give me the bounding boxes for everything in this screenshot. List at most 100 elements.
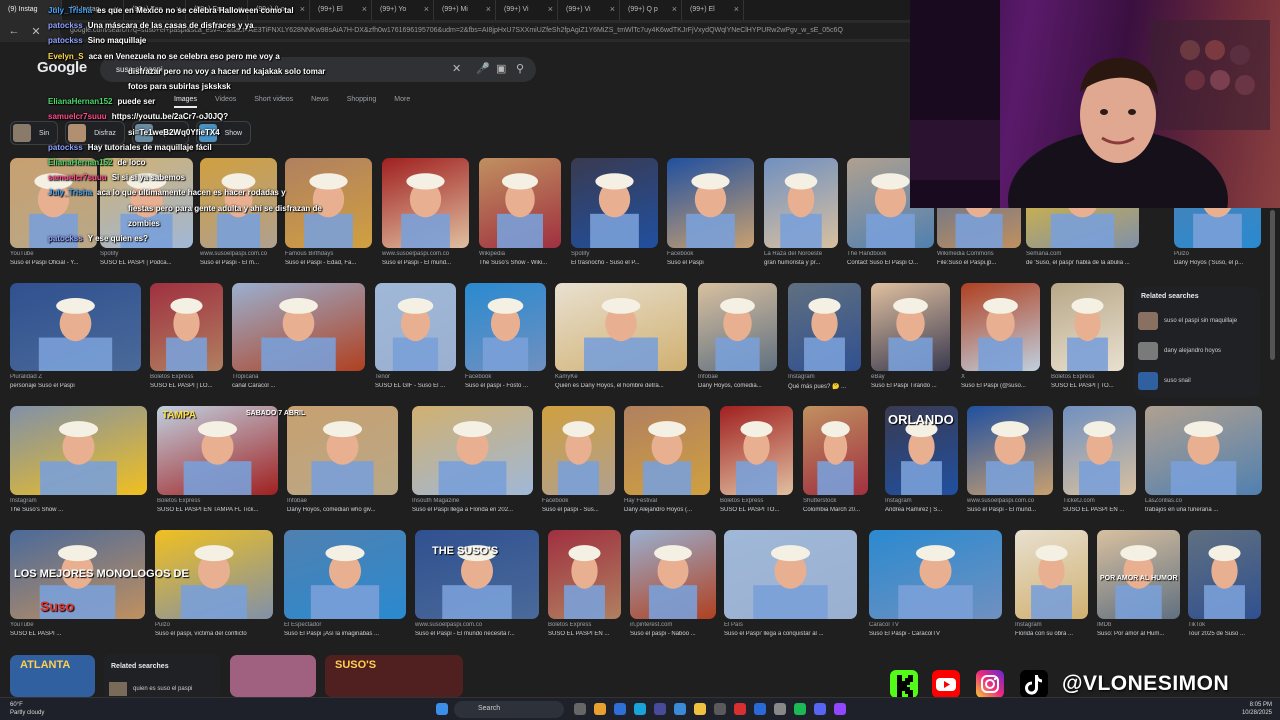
related-search-item[interactable]: suso snail [1138,370,1256,392]
image-result-caption[interactable]: eBay Suso El Paspi Tirando ... [871,374,950,389]
image-result-caption[interactable]: Boletos Express SUSO EL PASPI EN TAMPA FL… [157,498,278,513]
image-result-caption[interactable]: www.susoelpaspi.com.co Suso el Paspi - El… [415,622,539,637]
image-result-thumbnail[interactable] [382,158,469,248]
image-result-caption[interactable]: The Handbook Contact Suso El Paspi O... [847,251,934,266]
image-result-caption[interactable]: El País Suso el Paspi' llega a conquistar… [724,622,857,637]
image-result-thumbnail[interactable] [375,283,456,371]
image-result-thumbnail[interactable] [803,406,868,495]
image-result-caption[interactable]: Famous Birthdays Suso el Paspi - Edad, Fa… [285,251,372,266]
image-result-caption[interactable]: Boletos Express SUSO EL PASPI TO... [720,498,793,513]
image-result-caption[interactable]: TikTok Tour 2025 de Suso ... [1188,622,1261,637]
image-result-caption[interactable]: Insouth Magazine Suso el Paspi llega a Fl… [412,498,533,513]
browser-tab[interactable]: (99+) Vi [496,0,558,20]
image-result-thumbnail[interactable] [720,406,793,495]
related-search-item[interactable]: dany alejandro hoyos [1138,340,1256,362]
clear-icon[interactable]: ✕ [452,62,461,75]
image-result-caption[interactable]: Instagram Qué más pues? 🤔 ... [788,374,861,390]
image-result-thumbnail[interactable] [764,158,838,248]
image-result-thumbnail[interactable] [630,530,716,619]
image-result-caption[interactable]: Pulzo Suso el paspi, víctima del conflict… [155,622,273,637]
image-result-thumbnail[interactable] [479,158,561,248]
image-result-caption[interactable]: El Espectador Suso El Paspi ¡Así la imagi… [284,622,406,637]
image-result-caption[interactable]: Semana.com de 'Suso, el paspi' habla de l… [1026,251,1139,266]
image-result-thumbnail[interactable] [724,530,857,619]
image-result-caption[interactable]: Spotify SUSO EL PASPI | Podca... [100,251,193,266]
app-icon[interactable] [654,703,666,715]
image-result-caption[interactable]: Instagram Florida con su obra ... [1015,622,1088,637]
image-result-caption[interactable]: Infobae Dany Hoyos, comedian who giv... [287,498,398,513]
image-result-caption[interactable]: www.susoelpaspi.com.co Suso el Paspi - El… [200,251,277,266]
browser-tab[interactable]: (99+) Vi [558,0,620,20]
image-result-caption[interactable]: Caracol TV Suso El Paspi - CaracolTV [869,622,1002,637]
image-result-thumbnail[interactable] [1063,406,1136,495]
image-result-thumbnail[interactable] [10,283,141,371]
chrome-icon[interactable] [594,703,606,715]
file-explorer-icon[interactable] [694,703,706,715]
image-result-caption[interactable]: Tropicana canal Caracol ... [232,374,365,389]
image-result-thumbnail[interactable] [542,406,615,495]
image-result-caption[interactable]: IMDb Suso: Por amor al Hum... [1097,622,1180,637]
discord-icon[interactable] [814,703,826,715]
browser-tab[interactable]: (99+) Mi [434,0,496,20]
image-result-thumbnail[interactable] [230,655,316,697]
image-result-thumbnail[interactable]: ATLANTA [10,655,95,697]
image-result-thumbnail[interactable] [415,530,539,619]
image-result-caption[interactable]: Pulzo Dany Hoyos ('Suso, el p... [1174,251,1261,266]
image-result-caption[interactable]: Infobae Dany Hoyos, comedia... [698,374,777,389]
image-result-thumbnail[interactable] [961,283,1040,371]
image-result-thumbnail[interactable] [150,283,223,371]
image-result-caption[interactable]: Boletos Express SUSO EL PASPI EN ... [548,622,621,637]
image-result-caption[interactable]: TicketJ.com SUSO EL PASPI EN ... [1063,498,1136,513]
image-result-caption[interactable]: Facebook Suso el Paspi [667,251,754,266]
app-icon[interactable] [614,703,626,715]
lens-icon[interactable]: ▣ [496,62,506,75]
image-result-caption[interactable]: Hay Festival Dany Alejandro Hoyos (... [624,498,710,513]
image-result-caption[interactable]: in.pinterest.com Suso el paspi - Naboo ..… [630,622,716,637]
related-search-item[interactable]: suso el paspi sin maquillaje [1138,310,1256,332]
stop-icon[interactable]: ✕ [28,25,44,38]
image-result-thumbnail[interactable]: SUSO'S [325,655,463,697]
image-result-thumbnail[interactable] [667,158,754,248]
image-result-thumbnail[interactable] [871,283,950,371]
image-result-thumbnail[interactable] [698,283,777,371]
tab-more[interactable]: More [394,96,410,108]
image-result-thumbnail[interactable] [287,406,398,495]
image-result-thumbnail[interactable] [1145,406,1262,495]
browser-tab[interactable]: (99+) El [682,0,744,20]
image-result-caption[interactable]: Shutterstock Colombia March 20... [803,498,868,513]
browser-tab[interactable]: (99+) Yo [372,0,434,20]
windows-start-icon[interactable] [436,703,448,715]
scrollbar[interactable] [1270,210,1275,360]
related-search-item[interactable]: quien es suso el paspi [109,682,192,696]
app-icon[interactable] [754,703,766,715]
image-result-caption[interactable]: www.susoelpaspi.com.co Suso el Paspi - El… [382,251,469,266]
image-result-thumbnail[interactable] [555,283,687,371]
app-icon[interactable] [714,703,726,715]
image-result-caption[interactable]: Facebook Suso el paspi - Sus... [542,498,615,513]
image-result-caption[interactable]: Boletos Express SUSO EL PASPI | TO... [1051,374,1124,389]
image-result-thumbnail[interactable] [1188,530,1261,619]
image-result-caption[interactable]: KamyKe Quién es Dany Hoyos, el hombre det… [555,374,687,389]
image-result-thumbnail[interactable] [788,283,861,371]
image-result-thumbnail[interactable] [1015,530,1088,619]
image-result-caption[interactable]: Wikipedia The Suso's Show - Wiki... [479,251,561,266]
app-icon[interactable] [834,703,846,715]
taskbar-clock[interactable]: 8:05 PM 10/28/2025 [1242,701,1272,717]
image-result-thumbnail[interactable] [232,283,365,371]
edge-icon[interactable] [634,703,646,715]
image-result-thumbnail[interactable] [571,158,658,248]
mail-icon[interactable] [674,703,686,715]
image-result-caption[interactable]: Wikimedia Commons File:Suso el Paspi.jp..… [937,251,1021,266]
image-result-thumbnail[interactable] [465,283,546,371]
image-result-caption[interactable]: YouTube SUSO EL PASPI ... [10,622,145,637]
image-result-thumbnail[interactable] [1051,283,1124,371]
task-view-icon[interactable] [574,703,586,715]
image-result-caption[interactable]: Instagram Andrea Ramirez | S... [885,498,958,513]
weather-widget[interactable]: 60°F Partly cloudy [10,701,44,717]
image-result-caption[interactable]: Tenor SUSO EL GIF - Suso El ... [375,374,456,389]
image-result-caption[interactable]: Spotify El trasnocho - Suso el P... [571,251,658,266]
image-result-thumbnail[interactable] [967,406,1053,495]
image-result-thumbnail[interactable] [624,406,710,495]
image-result-caption[interactable]: Instagram The Suso's Show ... [10,498,147,513]
microphone-icon[interactable]: 🎤 [476,62,490,75]
